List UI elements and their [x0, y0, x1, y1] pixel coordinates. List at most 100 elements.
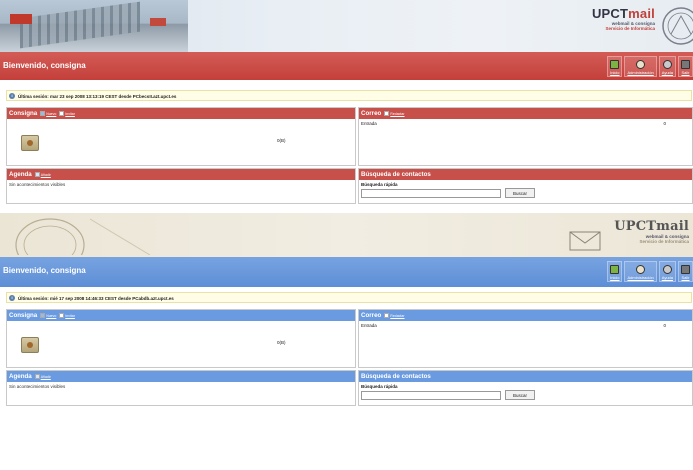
variant-red: UPCTmail webmail & consigna Servicio de … [0, 0, 693, 213]
header-band: UPCTmail webmail & consigna Servicio de … [0, 213, 693, 257]
agenda-empty-text: Sin acontecimientos visibles [9, 182, 66, 187]
folder-count: 0 [663, 121, 666, 126]
anadir-link[interactable]: Añadir [34, 374, 51, 379]
campus-photo [0, 0, 188, 52]
university-seal-icon [662, 7, 693, 45]
busqueda-title: Búsqueda de contactos [361, 171, 431, 178]
anadir-icon [34, 172, 40, 177]
folder-name: Entrada [361, 121, 377, 126]
ayuda-label: Ayuda [661, 70, 673, 75]
agenda-title: Agenda [9, 171, 32, 178]
nuevo-link[interactable]: Nuevo [40, 111, 56, 116]
administracion-button[interactable]: Administración [624, 261, 657, 282]
redactar-label: Redactar [390, 111, 405, 116]
invitar-link[interactable]: Invitar [59, 313, 75, 318]
brand-name-a: UPCT [614, 219, 657, 234]
ayuda-button[interactable]: Ayuda [658, 56, 676, 77]
variant-blue: UPCTmail webmail & consigna Servicio de … [0, 213, 693, 413]
title-bar: Bienvenido, consigna Inicio Administraci… [0, 52, 693, 80]
university-seal-icon [15, 218, 151, 255]
salir-label: Salir [681, 70, 690, 75]
busqueda-panel: Búsqueda de contactos Búsqueda rápida Bu… [358, 168, 693, 204]
salir-icon [681, 265, 690, 274]
ayuda-button[interactable]: Ayuda [658, 261, 676, 282]
invitar-label: Invitar [65, 111, 75, 116]
brand-line2: Servicio de Informática [639, 239, 689, 244]
flag-art [150, 18, 166, 26]
salir-label: Salir [681, 275, 690, 280]
redactar-link[interactable]: Redactar [384, 111, 405, 116]
envelope-icon [569, 231, 601, 251]
redactar-icon [384, 313, 390, 318]
inicio-icon [610, 265, 620, 274]
last-session-text: Última sesión: mar 23 sep 2008 13:13:19 … [18, 93, 177, 99]
salir-button[interactable]: Salir [678, 56, 693, 77]
list-item[interactable]: Entrada 0 [361, 323, 691, 330]
inicio-button[interactable]: Inicio [607, 56, 623, 77]
info-icon: i [9, 295, 15, 301]
title-bar: Bienvenido, consigna Inicio Administraci… [0, 257, 693, 287]
roof-art [20, 1, 140, 49]
inicio-button[interactable]: Inicio [607, 261, 623, 282]
consigna-box-icon[interactable] [21, 337, 39, 353]
inicio-icon [610, 60, 620, 69]
quick-search-label: Búsqueda rápida [361, 384, 398, 389]
agenda-panel: Agenda Añadir Sin acontecimientos visibl… [6, 370, 356, 406]
anadir-label: Añadir [40, 374, 51, 379]
consigna-usage: 0(B) [277, 138, 286, 143]
quick-search-label: Búsqueda rápida [361, 182, 398, 187]
search-input[interactable] [361, 189, 501, 198]
ayuda-icon [662, 265, 672, 274]
brand-name-a: UPCT [591, 6, 629, 21]
consigna-header: Consigna Nuevo Invitar [7, 108, 355, 119]
redactar-link[interactable]: Redactar [384, 313, 405, 318]
ayuda-icon [662, 60, 672, 69]
administracion-icon [636, 60, 646, 69]
folder-count: 0 [663, 323, 666, 328]
busqueda-header: Búsqueda de contactos [359, 169, 692, 180]
nuevo-link[interactable]: Nuevo [40, 313, 56, 318]
flag-art [10, 14, 32, 24]
inicio-label: Inicio [610, 70, 620, 75]
brand-logo: UPCTmail webmail & consigna Servicio de … [592, 6, 655, 31]
invitar-link[interactable]: Invitar [59, 111, 75, 116]
info-icon: i [9, 93, 15, 99]
consigna-panel: Consigna Nuevo Invitar 0(B) [6, 107, 356, 166]
salir-icon [681, 60, 690, 69]
agenda-panel: Agenda Añadir Sin acontecimientos visibl… [6, 168, 356, 204]
administracion-button[interactable]: Administración [624, 56, 657, 77]
redactar-icon [384, 111, 390, 116]
nuevo-icon [40, 111, 46, 116]
agenda-header: Agenda Añadir [7, 169, 355, 180]
toolbar: Inicio Administración Ayuda Salir [607, 56, 693, 77]
administracion-label: Administración [627, 275, 654, 280]
last-session-text: Última sesión: mié 17 sep 2008 14:46:33 … [18, 295, 174, 301]
consigna-panel: Consigna Nuevo Invitar 0(B) [6, 309, 356, 368]
consigna-title: Consigna [9, 110, 38, 117]
brand-line2: Servicio de Informática [605, 26, 655, 31]
welcome-title: Bienvenido, consigna [3, 266, 86, 275]
consigna-box-icon[interactable] [21, 135, 39, 151]
last-session-notice: i Última sesión: mié 17 sep 2008 14:46:3… [6, 292, 692, 303]
brand-logo: UPCTmail webmail & consigna Servicio de … [614, 219, 689, 244]
search-button[interactable]: Buscar [505, 390, 535, 400]
correo-title: Correo [361, 312, 382, 319]
anadir-link[interactable]: Añadir [34, 172, 51, 177]
nuevo-label: Nuevo [46, 313, 57, 318]
salir-button[interactable]: Salir [678, 261, 693, 282]
welcome-title: Bienvenido, consigna [3, 61, 86, 70]
search-input[interactable] [361, 391, 501, 400]
busqueda-header: Búsqueda de contactos [359, 371, 692, 382]
folder-name: Entrada [361, 323, 377, 328]
correo-header: Correo Redactar [359, 310, 692, 321]
inicio-label: Inicio [610, 275, 620, 280]
last-session-notice: i Última sesión: mar 23 sep 2008 13:13:1… [6, 90, 692, 101]
list-item[interactable]: Entrada 0 [361, 121, 691, 128]
administracion-label: Administración [627, 70, 654, 75]
toolbar: Inicio Administración Ayuda Salir [607, 261, 693, 282]
brand-name-b: mail [656, 219, 689, 234]
busqueda-title: Búsqueda de contactos [361, 373, 431, 380]
anadir-icon [34, 374, 40, 379]
correo-panel: Correo Redactar Entrada 0 [358, 309, 693, 368]
search-button[interactable]: Buscar [505, 188, 535, 198]
